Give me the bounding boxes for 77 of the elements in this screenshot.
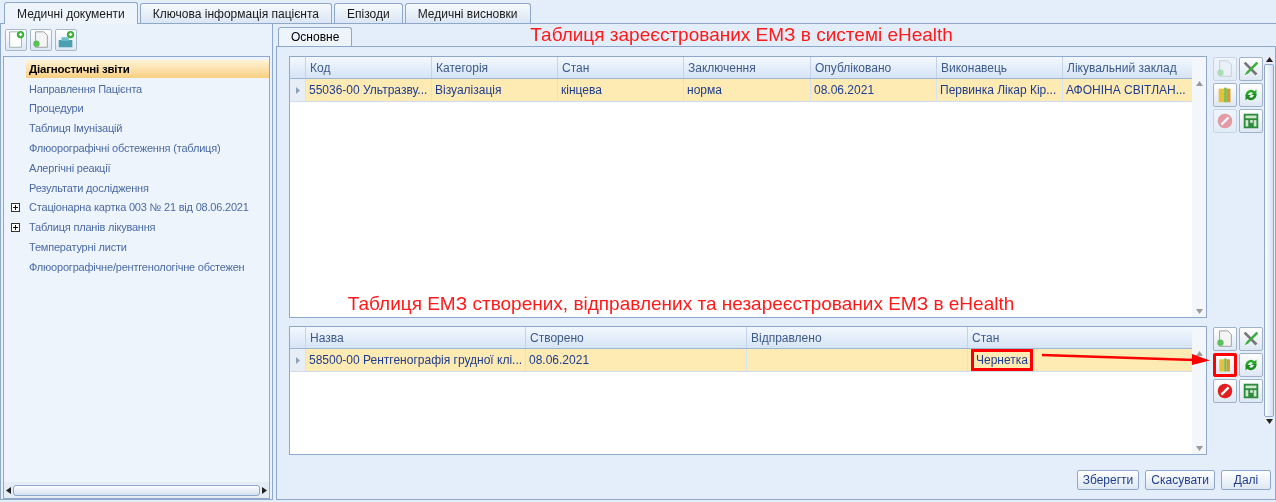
scrollbar-thumb[interactable] <box>1264 64 1274 417</box>
attach-page-icon <box>31 30 51 50</box>
no-entry-icon <box>1215 381 1235 401</box>
tree-item[interactable]: Флюорографічні обстеження (таблиця) <box>26 139 269 158</box>
action-button[interactable]: Далі <box>1221 470 1271 490</box>
add-page-icon <box>1215 59 1235 79</box>
table-cell-text: АФОНІНА СВІТЛАН... <box>1066 82 1186 99</box>
annotation-title: Таблиця зареєстрованих ЕМЗ в системі eHealth <box>530 24 953 46</box>
table-icon <box>1241 381 1261 401</box>
scroll-down-icon[interactable] <box>1265 419 1273 424</box>
tab[interactable]: Ключова інформація пацієнта <box>139 3 333 23</box>
toolbar-button[interactable] <box>1213 83 1237 107</box>
toolbar-button[interactable] <box>1239 379 1263 403</box>
table-row[interactable]: 58500-00 Рентгенографія грудної клі... 08.06.2021 Чернетка <box>290 349 1192 372</box>
table-cell-text: 08.06.2021 <box>529 352 590 369</box>
toolbar-button[interactable] <box>1213 353 1237 377</box>
column-header[interactable]: Лікувальний заклад <box>1062 57 1188 78</box>
table-icon <box>1241 111 1261 131</box>
expand-toggle-icon[interactable] <box>10 202 20 212</box>
toolbar-button[interactable] <box>1213 327 1237 351</box>
toolbar-button[interactable] <box>1239 109 1263 133</box>
toolbar-button[interactable] <box>1239 83 1263 107</box>
add-page-icon <box>6 30 26 50</box>
column-header[interactable]: Відправлено <box>746 327 967 348</box>
action-button[interactable]: Зберегти <box>1076 470 1140 490</box>
tree-item[interactable]: Таблиця Імунізацій <box>26 119 269 138</box>
toolbar-button[interactable] <box>55 29 77 51</box>
add-folder-icon <box>56 30 76 50</box>
column-header[interactable]: Створено <box>525 327 746 348</box>
table-cell-text: 55036-00 Ультразву... <box>309 82 428 99</box>
column-header[interactable]: Заключення <box>683 57 810 78</box>
table-cell-text: норма <box>687 82 722 99</box>
action-button[interactable]: Скасувати <box>1145 470 1215 490</box>
toolbar-button[interactable] <box>30 29 52 51</box>
tree-item[interactable]: Результати дослідження <box>26 178 269 197</box>
expand-toggle-icon[interactable] <box>10 222 20 232</box>
toolbar-button[interactable] <box>1239 57 1263 81</box>
row-pointer-icon <box>295 356 300 364</box>
table-cell-text: Візуалізація <box>435 82 502 99</box>
tab[interactable]: Основне <box>278 27 353 47</box>
scroll-up-icon[interactable] <box>1265 57 1273 62</box>
add-page-icon <box>1215 329 1235 349</box>
toolbar-button[interactable] <box>1239 327 1263 351</box>
column-header[interactable]: Стан <box>967 327 1188 348</box>
annotation-title: Таблиця ЕМЗ створених, відправлених та незареєстрованих ЕМЗ в eHealth <box>347 293 1015 315</box>
tree-item[interactable]: Алергічні реакції <box>26 158 269 177</box>
column-header[interactable]: Виконавець <box>936 57 1062 78</box>
tree-item[interactable]: Діагностичні звіти <box>26 59 269 78</box>
toolbar-button[interactable] <box>1239 353 1263 377</box>
horizontal-scrollbar[interactable] <box>4 482 269 498</box>
tree-item[interactable]: Флюорографічне/рентгенологічне обстежен <box>26 257 269 276</box>
tree-item[interactable]: Стаціонарна картка 003 № 21 від 08.06.2021 <box>26 198 269 217</box>
tree-item[interactable]: Направлення Пацієнта <box>26 79 269 98</box>
table-cell-text: кінцева <box>561 82 602 99</box>
table-cell: Чернетка <box>971 349 1033 371</box>
column-header[interactable]: Стан <box>557 57 683 78</box>
table-cell-text: 08.06.2021 <box>814 82 875 99</box>
toolbar-button[interactable] <box>5 29 27 51</box>
scroll-right-icon[interactable] <box>262 486 267 494</box>
toolbar-button[interactable] <box>1213 379 1237 403</box>
column-header[interactable]: Опубліковано <box>810 57 936 78</box>
column-header[interactable]: Назва <box>305 327 525 348</box>
column-header[interactable]: Категорія <box>431 57 557 78</box>
tab[interactable]: Медичні документи <box>4 2 138 24</box>
tree-item[interactable]: Процедури <box>26 99 269 118</box>
table-cell-text: Первинка Лікар Кір... <box>940 82 1057 99</box>
row-pointer-icon <box>295 86 300 94</box>
table-row[interactable]: 55036-00 Ультразву... Візуалізація кінцева норма 08.06.2021 Первинка Лікар Кір... АФОНІНА СВІТЛАН... <box>290 79 1192 102</box>
tab[interactable]: Медичні висновки <box>404 3 531 23</box>
tree-item[interactable]: Температурні листи <box>26 238 269 257</box>
column-header[interactable]: Код <box>305 57 431 78</box>
scrollbar-thumb[interactable] <box>13 484 260 496</box>
scroll-left-icon[interactable] <box>6 486 11 494</box>
tab[interactable]: Епізоди <box>334 3 403 23</box>
no-entry-icon <box>1215 111 1235 131</box>
tree-item[interactable]: Таблиця планів лікування <box>26 218 269 237</box>
table-cell-text: 58500-00 Рентгенографія грудної клі... <box>309 352 523 369</box>
